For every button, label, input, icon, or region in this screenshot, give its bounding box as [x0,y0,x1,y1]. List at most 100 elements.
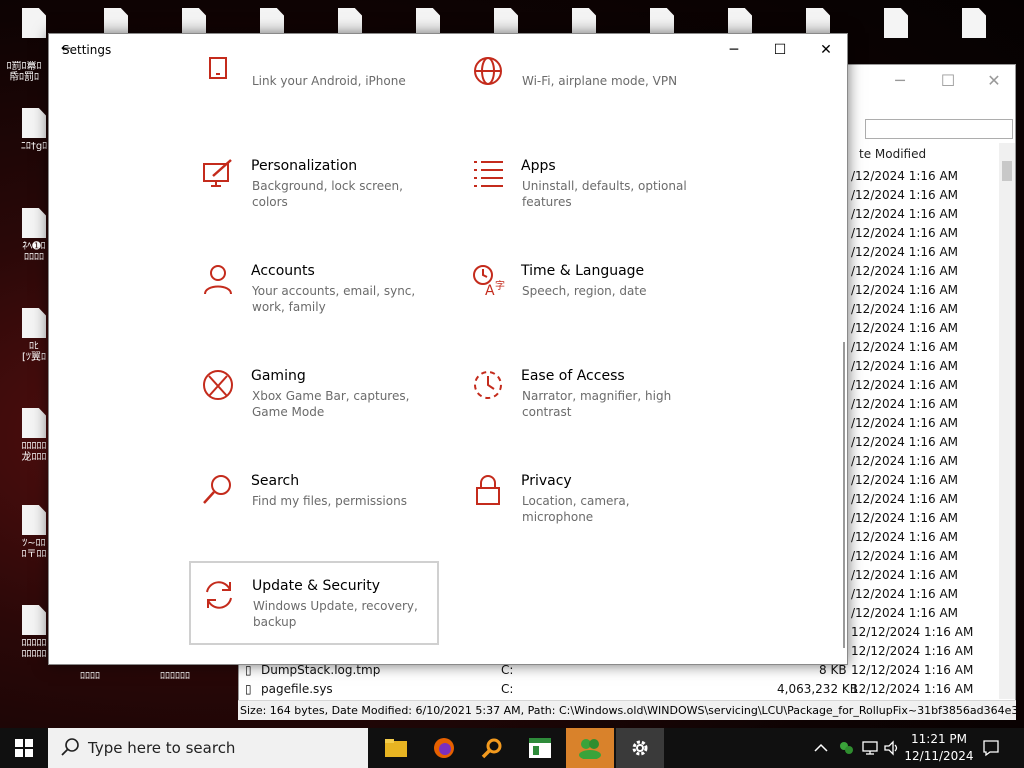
taskbar-spreadsheet-app[interactable] [516,728,564,768]
search-icon [203,475,231,504]
minimize-button[interactable]: ─ [711,34,757,66]
svg-text:A: A [485,283,495,297]
desktop-file-icon[interactable] [872,8,920,38]
explorer-date-cell[interactable]: /12/2024 1:16 AM [851,397,958,411]
windows-logo-icon [15,739,33,757]
explorer-date-cell[interactable]: /12/2024 1:16 AM [851,435,958,449]
network-icon[interactable] [862,728,880,768]
xbox-icon [203,370,233,400]
explorer-date-cell[interactable]: /12/2024 1:16 AM [851,568,958,582]
category-description: Narrator, magnifier, high contrast [522,389,672,419]
explorer-date-cell[interactable]: /12/2024 1:16 AM [851,549,958,563]
category-description: Find my files, permissions [252,494,407,508]
svg-text:字: 字 [495,279,505,292]
phone-icon [209,57,227,79]
time-language-icon: A字 [473,265,505,297]
spreadsheet-icon [529,738,551,758]
file-size: 4,063,232 KB [777,682,858,696]
category-title: Apps [521,158,556,174]
explorer-date-cell[interactable]: /12/2024 1:16 AM [851,340,958,354]
explorer-date-cell[interactable]: 12/12/2024 1:16 AM [851,644,973,658]
column-header-date-modified[interactable]: te Modified [859,147,926,161]
desktop-file-icon[interactable] [950,8,998,38]
explorer-date-cell[interactable]: /12/2024 1:16 AM [851,207,958,221]
file-row[interactable]: ▯ pagefile.sys C: 4,063,232 KB 12/12/202… [239,680,999,699]
desktop-icon-label: ﾛ罰ﾛ羃ﾛ 帋ﾛ罰ﾛ [6,61,42,83]
close-button[interactable]: ✕ [803,34,847,66]
magnifier-app-icon [481,738,502,759]
start-button[interactable] [0,728,48,768]
explorer-date-cell[interactable]: /12/2024 1:16 AM [851,188,958,202]
explorer-date-cell[interactable]: /12/2024 1:16 AM [851,454,958,468]
desktop-icon-label: ﾛﾛﾛﾛ [80,671,100,682]
category-description: Wi-Fi, airplane mode, VPN [522,74,678,88]
maximize-icon[interactable]: ☐ [933,71,963,90]
explorer-scrollbar[interactable] [999,143,1015,699]
explorer-date-cell[interactable]: 12/12/2024 1:16 AM [851,625,973,639]
minimize-icon[interactable]: ─ [885,71,915,90]
explorer-date-cell[interactable]: /12/2024 1:16 AM [851,359,958,373]
lock-icon [476,475,500,505]
apps-icon [474,161,503,187]
explorer-search-input[interactable] [865,119,1013,139]
category-description: Link your Android, iPhone [252,74,406,88]
desktop-file-icon[interactable]: ﾛ罰ﾛ羃ﾛ 帋ﾛ罰ﾛ [0,58,48,83]
tray-app-icon[interactable] [838,728,854,768]
category-title: Privacy [521,473,572,489]
file-name: pagefile.sys [261,682,333,696]
explorer-date-cell[interactable]: /12/2024 1:16 AM [851,226,958,240]
category-title: Time & Language [521,263,645,279]
taskbar-users-app[interactable] [566,728,614,768]
taskbar-search-app[interactable] [468,728,516,768]
file-size: 8 KB [819,663,847,677]
explorer-date-cell[interactable]: /12/2024 1:16 AM [851,492,958,506]
explorer-date-cell[interactable]: /12/2024 1:16 AM [851,321,958,335]
users-icon [579,739,601,759]
category-title: Gaming [251,368,306,384]
notification-icon[interactable] [982,728,1000,768]
category-description: Xbox Game Bar, captures, Game Mode [252,389,410,419]
category-description: Speech, region, date [522,284,647,298]
category-title: Update & Security [252,578,381,594]
explorer-date-cell[interactable]: /12/2024 1:16 AM [851,530,958,544]
gear-icon [632,740,648,756]
file-icon: ▯ [245,682,252,696]
settings-scrollbar[interactable] [843,342,845,648]
clock-time: 11:21 PM [911,732,967,746]
explorer-date-cell[interactable]: /12/2024 1:16 AM [851,606,958,620]
explorer-date-cell[interactable]: /12/2024 1:16 AM [851,473,958,487]
explorer-date-cell[interactable]: /12/2024 1:16 AM [851,587,958,601]
explorer-date-cell[interactable]: /12/2024 1:16 AM [851,378,958,392]
category-description: Background, lock screen, colors [252,179,403,209]
taskbar: Type here to search 11:21 PM 12/11/2024 [0,728,1024,768]
explorer-date-cell[interactable]: /12/2024 1:16 AM [851,416,958,430]
firefox-icon [434,738,454,758]
file-modified: 12/12/2024 1:16 AM [851,663,974,677]
taskbar-firefox[interactable] [420,728,468,768]
explorer-date-cell[interactable]: /12/2024 1:16 AM [851,245,958,259]
desktop-icon-label: ﾛﾛﾛﾛﾛﾛ [160,671,190,682]
maximize-button[interactable]: ☐ [757,34,803,66]
folder-icon [385,739,407,757]
explorer-date-cell[interactable]: /12/2024 1:16 AM [851,302,958,316]
file-modified: 12/12/2024 1:16 AM [851,682,974,696]
explorer-date-cell[interactable]: /12/2024 1:16 AM [851,283,958,297]
taskbar-search-box[interactable]: Type here to search [48,728,368,768]
explorer-date-cell[interactable]: /12/2024 1:16 AM [851,511,958,525]
ease-of-access-icon [474,371,502,399]
settings-window: ← Settings ─ ☐ ✕ Link your Android, iPho… [48,33,848,665]
category-title: Accounts [251,263,315,279]
category-description: Uninstall, defaults, optional features [522,179,687,209]
explorer-date-cell[interactable]: /12/2024 1:16 AM [851,169,958,183]
taskbar-settings[interactable] [616,728,664,768]
tray-chevron-icon[interactable] [814,728,828,768]
volume-icon[interactable] [884,728,900,768]
category-title: Search [251,473,300,489]
taskbar-file-explorer[interactable] [372,728,420,768]
category-title: Ease of Access [521,368,625,384]
close-icon[interactable]: ✕ [979,71,1009,90]
taskbar-clock[interactable]: 11:21 PM 12/11/2024 [904,731,974,765]
settings-titlebar: ← Settings ─ ☐ ✕ [49,34,847,66]
explorer-status-bar: Size: 164 bytes, Date Modified: 6/10/202… [238,700,1016,720]
explorer-date-cell[interactable]: /12/2024 1:16 AM [851,264,958,278]
